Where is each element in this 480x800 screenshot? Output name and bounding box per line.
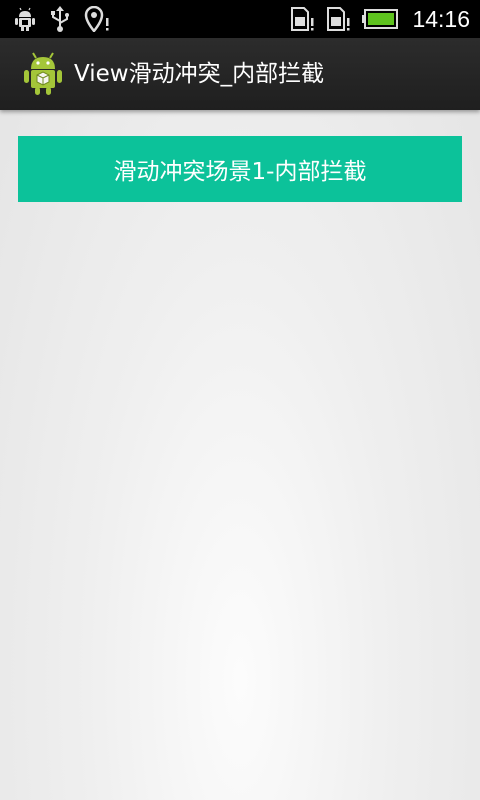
- action-bar: View滑动冲突_内部拦截: [0, 38, 480, 110]
- system-icons: 14:16: [290, 6, 470, 32]
- debug-icon: [14, 7, 36, 31]
- sim-card-alert-icon: [290, 6, 316, 32]
- status-bar: 14:16: [0, 0, 480, 38]
- usb-icon: [50, 6, 70, 32]
- notification-icons: [14, 6, 112, 32]
- location-alert-icon: [84, 6, 112, 32]
- status-time: 14:16: [412, 5, 470, 32]
- android-icon[interactable]: [22, 52, 64, 96]
- sim-card-alert-icon: [326, 6, 352, 32]
- battery-icon: [362, 9, 399, 29]
- scenario1-button[interactable]: 滑动冲突场景1-内部拦截: [18, 136, 462, 202]
- page-title: View滑动冲突_内部拦截: [74, 61, 325, 87]
- scenario1-button-label: 滑动冲突场景1-内部拦截: [113, 159, 367, 185]
